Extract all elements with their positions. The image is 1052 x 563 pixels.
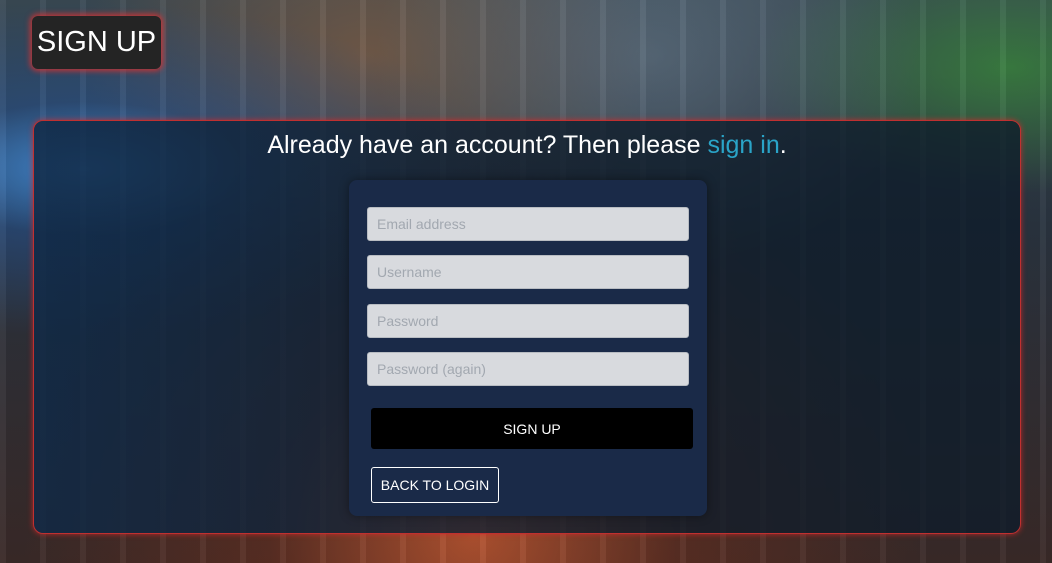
page-title: SIGN UP: [32, 16, 161, 69]
sign-in-link[interactable]: sign in: [707, 131, 779, 159]
email-field[interactable]: [367, 207, 689, 241]
signin-prompt-text: Already have an account? Then please: [267, 131, 708, 159]
password-field[interactable]: [367, 304, 689, 338]
signup-form: SIGN UP BACK TO LOGIN: [349, 180, 707, 516]
username-field[interactable]: [367, 255, 689, 289]
signup-panel: Already have an account? Then please sig…: [33, 120, 1021, 534]
signin-prompt-period: .: [779, 131, 787, 159]
signin-prompt: Already have an account? Then please sig…: [34, 131, 1020, 160]
back-to-login-button[interactable]: BACK TO LOGIN: [371, 467, 499, 503]
sign-up-button[interactable]: SIGN UP: [371, 408, 693, 449]
password-again-field[interactable]: [367, 352, 689, 386]
